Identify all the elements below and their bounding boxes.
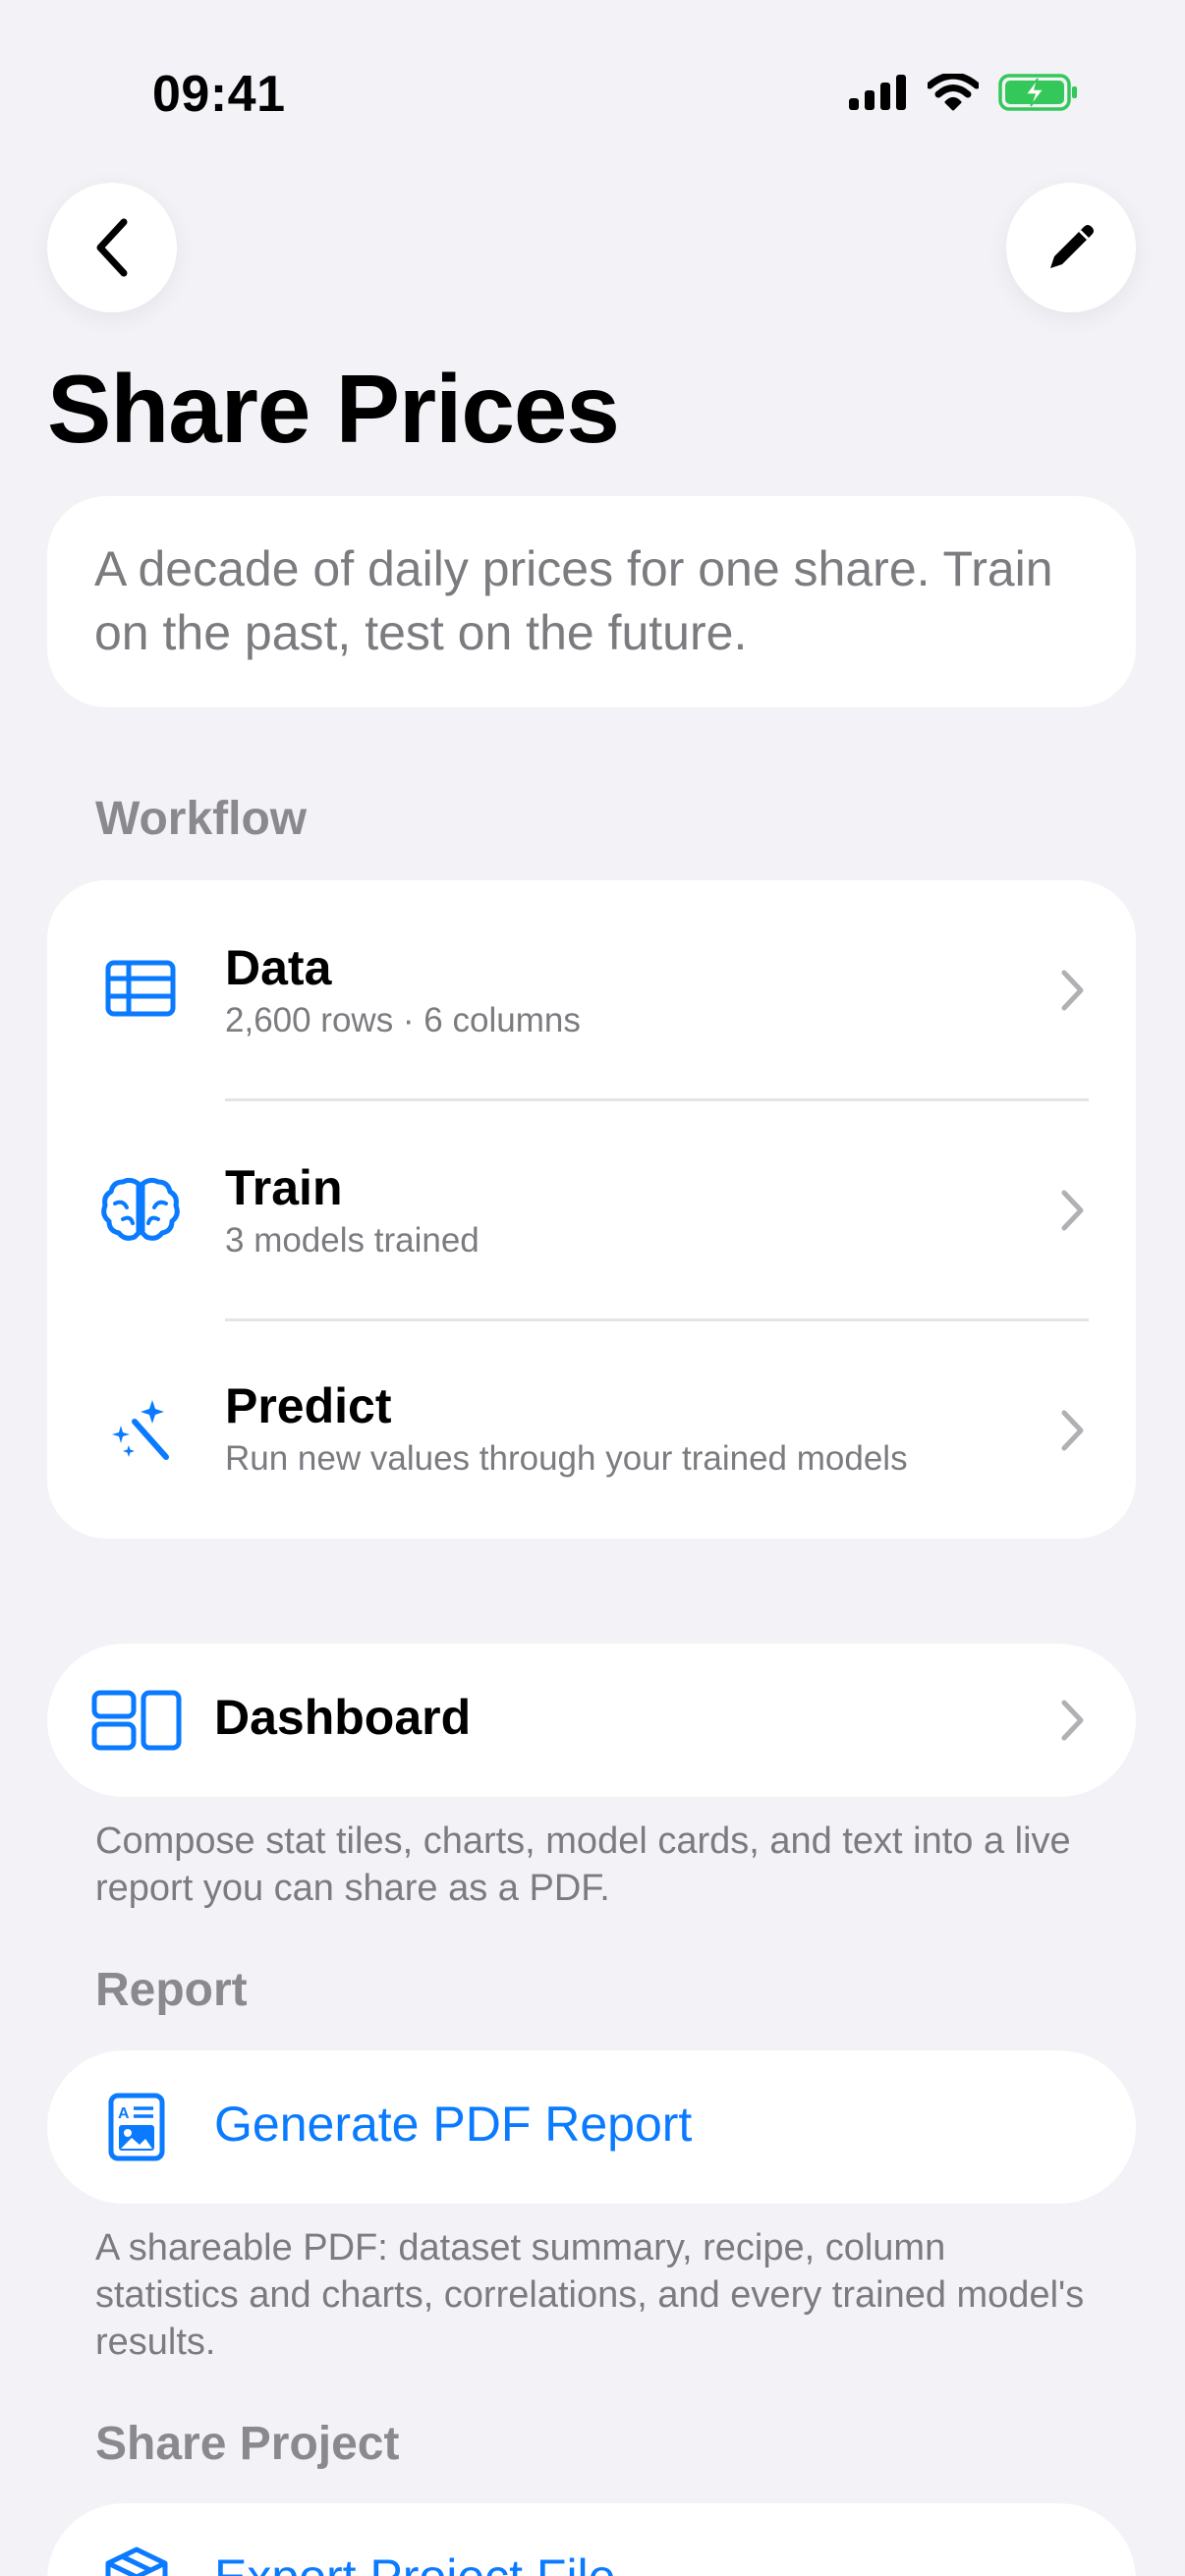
page-title: Share Prices — [47, 355, 620, 463]
share-section-header: Share Project — [95, 2418, 400, 2470]
wifi-icon — [928, 74, 979, 111]
report-footnote: A shareable PDF: dataset summary, recipe… — [95, 2227, 1085, 2363]
screen: 09:41 Share Prices A decade of daily pri… — [0, 0, 1185, 2576]
description-card: A decade of daily prices for one share. … — [47, 496, 1136, 707]
back-button[interactable] — [47, 183, 177, 312]
battery-charging-icon — [998, 74, 1077, 111]
dashboard-layout-icon — [83, 1673, 191, 1767]
chevron-right-icon — [1061, 1700, 1084, 1741]
chevron-right-icon — [1061, 1190, 1084, 1231]
workflow-item-title: Predict — [225, 1378, 392, 1433]
workflow-item-title: Data — [225, 940, 332, 995]
status-icons — [849, 73, 1079, 112]
dashboard-label: Dashboard — [214, 1690, 472, 1745]
workflow-item-title: Train — [225, 1160, 343, 1215]
svg-text:A: A — [118, 2105, 130, 2122]
status-time: 09:41 — [152, 66, 286, 123]
signal-icon — [849, 75, 906, 110]
chevron-right-icon — [1061, 1410, 1084, 1451]
workflow-section-header: Workflow — [95, 793, 308, 845]
report-section-header: Report — [95, 1964, 248, 2016]
description-text: A decade of daily prices for one share. … — [94, 541, 1053, 660]
magic-wand-icon — [96, 1385, 185, 1474]
brain-icon — [96, 1165, 185, 1254]
dashboard-footnote: Compose stat tiles, charts, model cards,… — [95, 1820, 1071, 1909]
export-project-file-label: Export Project File — [214, 2548, 615, 2576]
workflow-card: Data 2,600 rows · 6 columns Train 3 mode… — [47, 880, 1136, 1539]
box-icon — [83, 2533, 191, 2576]
workflow-item-subtitle: 3 models trained — [225, 1221, 480, 1260]
generate-pdf-report-label: Generate PDF Report — [214, 2097, 693, 2152]
workflow-item-data[interactable]: Data 2,600 rows · 6 columns — [47, 880, 1136, 1100]
workflow-item-subtitle: 2,600 rows · 6 columns — [225, 1001, 581, 1039]
document-image-icon: A — [83, 2080, 191, 2174]
workflow-item-subtitle: Run new values through your trained mode… — [225, 1439, 908, 1478]
workflow-item-predict[interactable]: Predict Run new values through your trai… — [47, 1320, 1136, 1540]
generate-pdf-report-button[interactable]: A Generate PDF Report — [47, 2050, 1136, 2204]
table-icon — [96, 944, 185, 1033]
status-bar: 09:41 — [0, 0, 1185, 147]
chevron-right-icon — [1061, 970, 1084, 1011]
edit-button[interactable] — [1006, 183, 1136, 312]
pencil-icon — [1050, 225, 1094, 268]
export-project-file-button[interactable]: Export Project File — [47, 2503, 1136, 2576]
chevron-left-icon — [96, 218, 128, 277]
dashboard-button[interactable]: Dashboard — [47, 1644, 1136, 1797]
workflow-item-train[interactable]: Train 3 models trained — [47, 1100, 1136, 1320]
